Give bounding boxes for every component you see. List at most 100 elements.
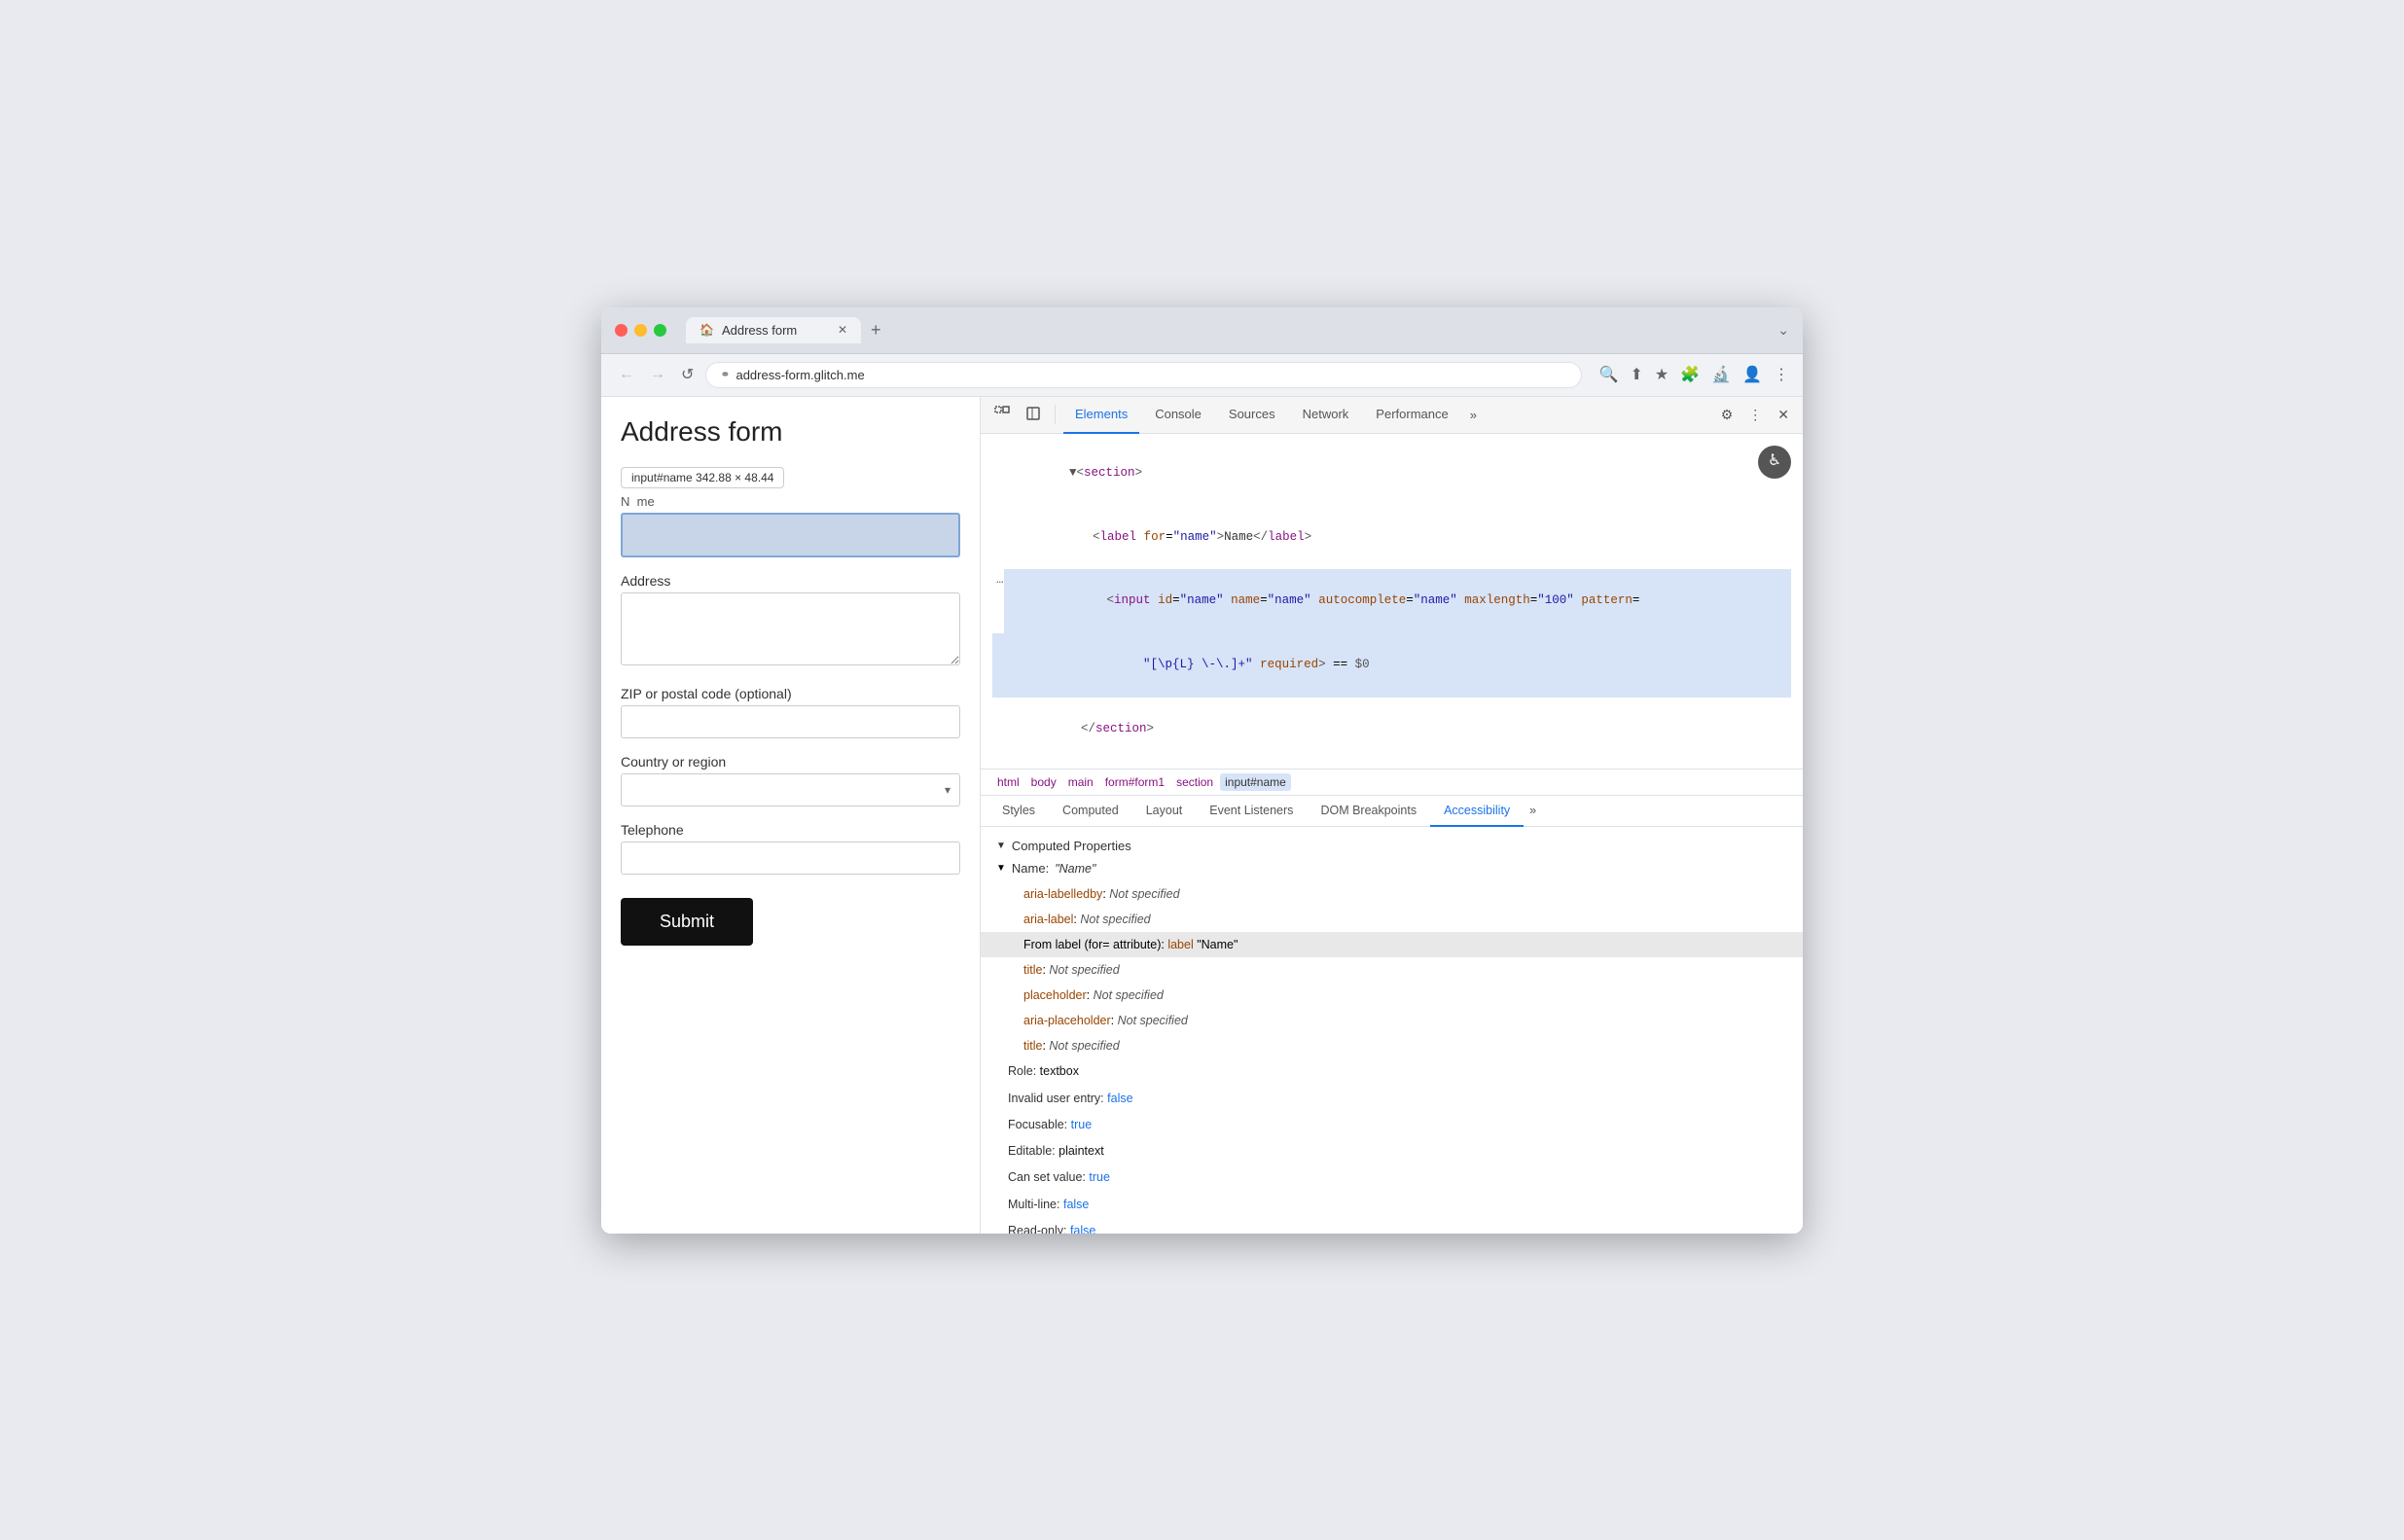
can-set-value-row: Can set value: true	[996, 1164, 1787, 1191]
tab-elements[interactable]: Elements	[1063, 397, 1139, 434]
dom-line-input-wrap: … <input id="name" name="name" autocompl…	[992, 569, 1791, 633]
crumb-body[interactable]: body	[1026, 773, 1061, 791]
close-button[interactable]	[615, 324, 628, 337]
tab-performance[interactable]: Performance	[1364, 397, 1459, 434]
bookmark-icon[interactable]: ★	[1655, 365, 1668, 384]
accessibility-icon[interactable]: ♿	[1758, 446, 1791, 479]
name-property-row[interactable]: ▼ Name: "Name"	[996, 861, 1787, 876]
devtools-topbar: Elements Console Sources Network Perform…	[981, 397, 1803, 434]
tab-close-button[interactable]: ✕	[838, 323, 847, 337]
share-icon[interactable]: ⬆	[1630, 365, 1642, 384]
country-select[interactable]	[621, 773, 960, 806]
extensions-icon[interactable]: 🧩	[1680, 365, 1700, 384]
sub-tab-computed[interactable]: Computed	[1049, 796, 1132, 827]
editable-label: Editable:	[1008, 1144, 1058, 1158]
aria-labelledby-key: aria-labelledby	[1023, 887, 1102, 901]
aria-label-key: aria-label	[1023, 913, 1073, 926]
devtools-more-button[interactable]: ⋮	[1742, 403, 1768, 427]
element-picker-button[interactable]	[1020, 402, 1047, 428]
address-label: Address	[621, 573, 960, 589]
zip-input[interactable]	[621, 705, 960, 738]
role-label: Role:	[1008, 1064, 1040, 1078]
address-group: Address	[621, 573, 960, 670]
devtools-icon[interactable]: 🔬	[1711, 365, 1731, 384]
tab-console[interactable]: Console	[1143, 397, 1213, 434]
crumb-html[interactable]: html	[992, 773, 1024, 791]
collapse-triangle[interactable]: ▼	[1069, 466, 1077, 480]
invalid-label: Invalid user entry:	[1008, 1092, 1107, 1105]
address-textarea[interactable]	[621, 592, 960, 665]
lock-icon: ⚭	[720, 368, 730, 381]
name-value: "Name"	[1055, 862, 1095, 876]
placeholder-row: placeholder: Not specified	[996, 983, 1787, 1008]
telephone-group: Telephone	[621, 822, 960, 875]
new-tab-button[interactable]: +	[865, 320, 887, 340]
address-toolbar: 🔍 ⬆ ★ 🧩 🔬 👤 ⋮	[1599, 365, 1789, 384]
editable-value: plaintext	[1058, 1144, 1104, 1158]
focusable-value: true	[1071, 1118, 1093, 1131]
cursor-tool-button[interactable]	[988, 402, 1016, 428]
address-input[interactable]: ⚭ address-form.glitch.me	[705, 362, 1581, 388]
title-key-1: title	[1023, 963, 1042, 977]
sub-tabs: Styles Computed Layout Event Listeners D…	[981, 796, 1803, 827]
telephone-input[interactable]	[621, 842, 960, 875]
dom-line-section[interactable]: ▼<section>	[992, 442, 1791, 506]
toolbar-separator	[1055, 405, 1056, 424]
label-name-value: "Name"	[1194, 938, 1238, 951]
computed-properties-header[interactable]: ▼ Computed Properties	[996, 839, 1787, 853]
page-title: Address form	[621, 416, 960, 448]
dom-line-section-close[interactable]: </section>	[992, 698, 1791, 762]
telephone-label: Telephone	[621, 822, 960, 838]
country-label: Country or region	[621, 754, 960, 770]
readonly-value: false	[1070, 1224, 1095, 1234]
country-group: Country or region ▾	[621, 754, 960, 806]
menu-icon[interactable]: ⋮	[1774, 365, 1789, 384]
multiline-row: Multi-line: false	[996, 1192, 1787, 1218]
tab-expand-icon: ⌄	[1777, 322, 1789, 339]
search-icon[interactable]: 🔍	[1599, 365, 1619, 384]
crumb-form[interactable]: form#form1	[1100, 773, 1169, 791]
devtools-settings-button[interactable]: ⚙	[1715, 403, 1740, 427]
tab-sources[interactable]: Sources	[1217, 397, 1287, 434]
from-label-row: From label (for= attribute): label "Name…	[981, 932, 1803, 957]
fullscreen-button[interactable]	[654, 324, 666, 337]
url-text: address-form.glitch.me	[736, 368, 1566, 382]
active-tab[interactable]: 🏠 Address form ✕	[686, 317, 861, 343]
more-sub-tabs-button[interactable]: »	[1524, 796, 1542, 826]
crumb-input[interactable]: input#name	[1220, 773, 1291, 791]
refresh-button[interactable]: ↺	[677, 363, 698, 386]
devtools-close-button[interactable]: ✕	[1772, 403, 1795, 427]
back-button[interactable]: ←	[615, 364, 638, 385]
name-label-key: Name:	[1012, 861, 1049, 876]
crumb-main[interactable]: main	[1063, 773, 1098, 791]
sub-tab-event-listeners[interactable]: Event Listeners	[1196, 796, 1307, 827]
title-row-1: title: Not specified	[996, 957, 1787, 983]
accessibility-panel: ▼ Computed Properties ▼ Name: "Name" ari…	[981, 827, 1803, 1233]
tab-network[interactable]: Network	[1291, 397, 1361, 434]
devtools-panel: Elements Console Sources Network Perform…	[981, 397, 1803, 1234]
crumb-section[interactable]: section	[1171, 773, 1218, 791]
dom-tree: ▼<section> <label for="name">Name</label…	[981, 434, 1803, 770]
aria-labelledby-row: aria-labelledby: Not specified	[996, 881, 1787, 907]
title-row-2: title: Not specified	[996, 1033, 1787, 1058]
sub-tab-accessibility[interactable]: Accessibility	[1430, 796, 1524, 827]
invalid-row: Invalid user entry: false	[996, 1086, 1787, 1112]
dom-line-input[interactable]: <input id="name" name="name" autocomplet…	[1004, 569, 1791, 633]
placeholder-key: placeholder	[1023, 988, 1087, 1002]
address-bar: ← → ↺ ⚭ address-form.glitch.me 🔍 ⬆ ★ 🧩 🔬…	[601, 354, 1803, 397]
computed-properties-label: Computed Properties	[1012, 839, 1131, 853]
forward-button[interactable]: →	[646, 364, 669, 385]
dom-line-label[interactable]: <label for="name">Name</label>	[992, 505, 1791, 569]
sub-tab-styles[interactable]: Styles	[988, 796, 1049, 827]
sub-tab-dom-breakpoints[interactable]: DOM Breakpoints	[1307, 796, 1430, 827]
placeholder-value: Not specified	[1094, 988, 1164, 1002]
submit-button[interactable]: Submit	[621, 898, 753, 946]
name-input[interactable]	[621, 513, 960, 557]
more-tabs-button[interactable]: »	[1464, 404, 1483, 426]
minimize-button[interactable]	[634, 324, 647, 337]
sub-tab-layout[interactable]: Layout	[1132, 796, 1197, 827]
title-bar: 🏠 Address form ✕ + ⌄	[601, 307, 1803, 354]
focusable-label: Focusable:	[1008, 1118, 1071, 1131]
dom-line-input-cont[interactable]: "[\p{L} \-\.]+" required> == $0	[992, 633, 1791, 698]
profile-icon[interactable]: 👤	[1742, 365, 1762, 384]
